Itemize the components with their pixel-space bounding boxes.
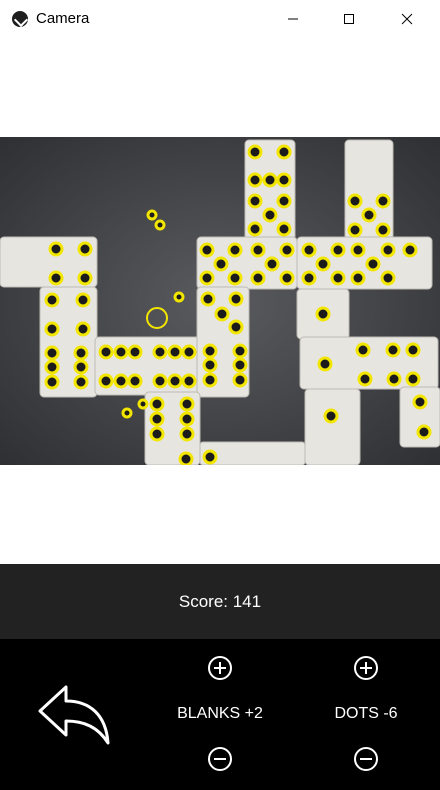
minimize-button[interactable] <box>270 0 316 38</box>
camera-feed <box>0 137 440 467</box>
maximize-icon <box>344 14 354 24</box>
blanks-minus-button[interactable] <box>207 746 233 772</box>
score-label: Score: 141 <box>178 591 262 611</box>
dots-minus-button[interactable] <box>353 746 379 772</box>
window-title: Camera <box>36 10 90 27</box>
controls-panel: BLANKS +2 DOTS -6 <box>0 639 440 790</box>
maximize-button[interactable] <box>326 0 372 38</box>
score-bar: Score: 141 <box>0 564 440 639</box>
close-icon <box>401 13 413 25</box>
dots-plus-button[interactable] <box>353 655 379 681</box>
minimize-icon <box>288 18 298 20</box>
app-icon <box>12 11 28 27</box>
dots-label: DOTS -6 <box>334 705 398 722</box>
title-bar: Camera <box>0 0 440 38</box>
camera-frame <box>0 137 440 467</box>
close-button[interactable] <box>384 0 430 38</box>
camera-viewport <box>0 38 440 564</box>
blanks-label: BLANKS +2 <box>177 705 263 722</box>
undo-arrow-icon[interactable] <box>36 681 114 747</box>
blanks-plus-button[interactable] <box>207 655 233 681</box>
